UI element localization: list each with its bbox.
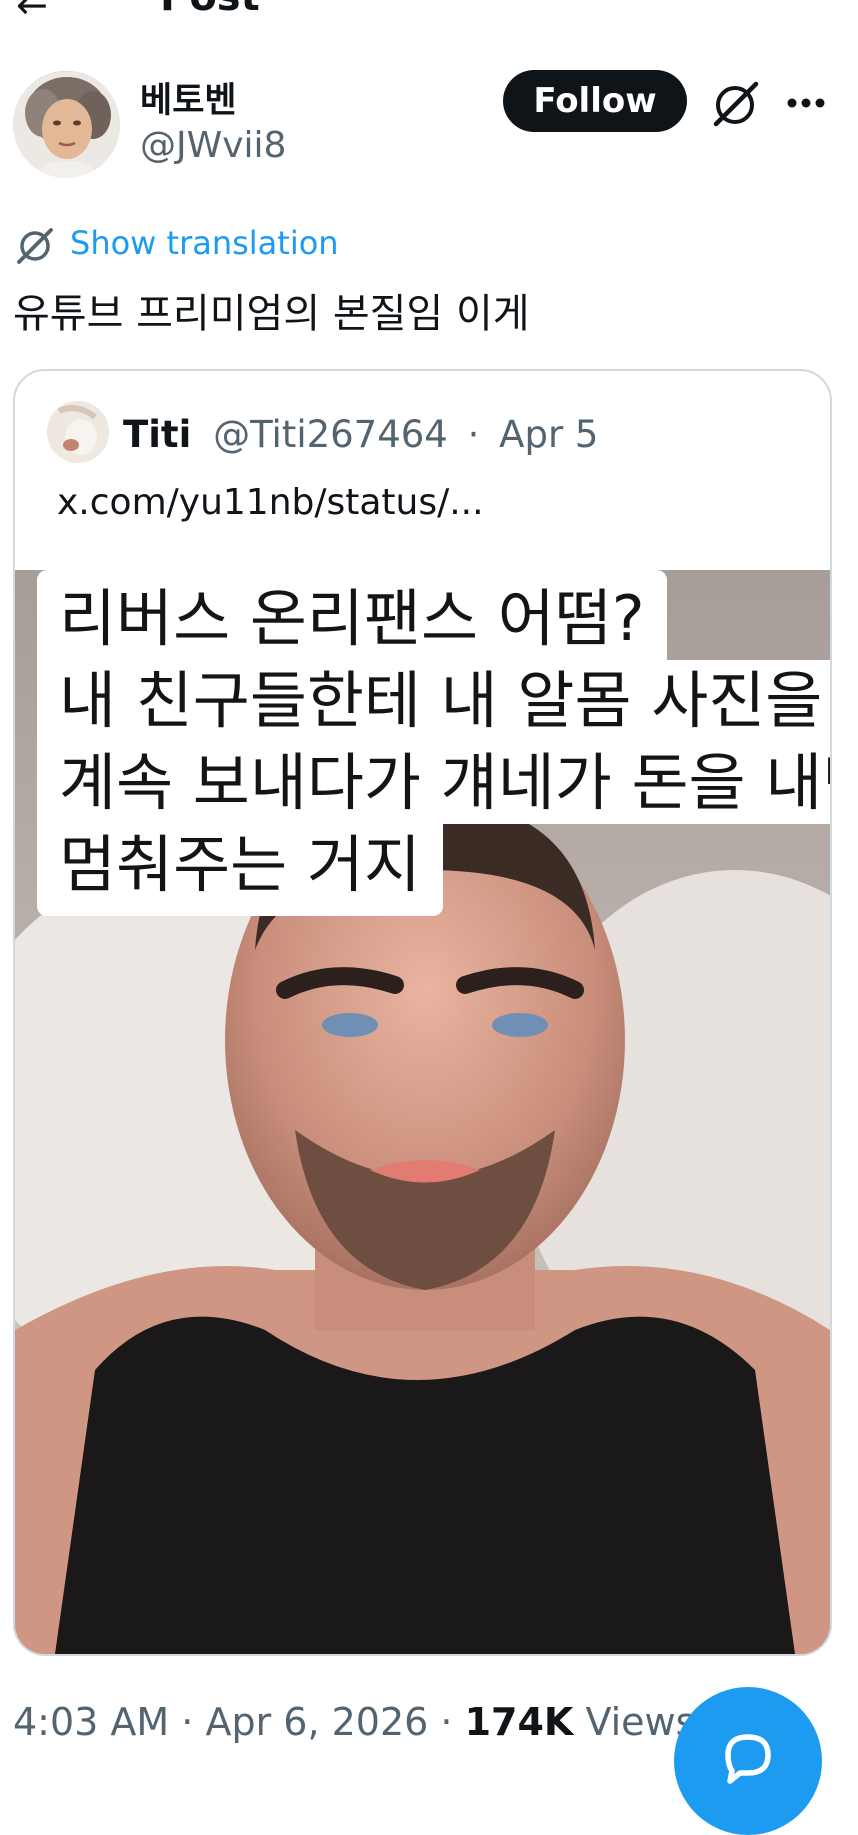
- follow-button[interactable]: Follow: [503, 70, 687, 132]
- quote-link[interactable]: x.com/yu11nb/status/...: [57, 482, 484, 523]
- quote-author-name[interactable]: Titi: [123, 413, 191, 456]
- arrow-left-icon[interactable]: ←: [16, 0, 48, 18]
- grok-translate-icon: [17, 228, 53, 264]
- beethoven-portrait-avatar: [13, 71, 120, 178]
- views-count[interactable]: 174K: [465, 1700, 574, 1744]
- reply-fab-button[interactable]: [674, 1687, 822, 1835]
- meta-separator: ·: [169, 1700, 206, 1744]
- overlay-line: 리버스 온리팬스 어떰?: [37, 570, 667, 660]
- author-avatar[interactable]: [13, 71, 120, 178]
- overlay-line: 멈춰주는 거지: [37, 824, 443, 916]
- overlay-line: 계속 보내다가 걔네가 돈을 내면: [37, 742, 830, 824]
- quote-date[interactable]: Apr 5: [499, 413, 598, 456]
- show-translation-link[interactable]: Show translation: [70, 224, 339, 262]
- quote-author-avatar[interactable]: [47, 401, 109, 463]
- top-bar: ← Post: [0, 0, 858, 18]
- more-horizontal-icon[interactable]: [784, 78, 828, 128]
- quoted-media-image[interactable]: 리버스 온리팬스 어떰? 내 친구들한테 내 알몸 사진을 계속 보내다가 걔네…: [15, 570, 830, 1654]
- page-title: Post: [160, 0, 260, 18]
- quote-author-handle[interactable]: @Titi267464: [213, 413, 448, 456]
- meta-separator: ·: [428, 1700, 465, 1744]
- quote-header: Titi @Titi267464 · Apr 5: [123, 413, 598, 456]
- post-time: 4:03 AM: [13, 1700, 170, 1744]
- grok-icon[interactable]: [710, 78, 762, 130]
- quoted-post-card[interactable]: Titi @Titi267464 · Apr 5 x.com/yu11nb/st…: [13, 369, 832, 1656]
- author-handle[interactable]: @JWvii8: [140, 125, 286, 166]
- author-display-name[interactable]: 베토벤: [140, 72, 237, 123]
- post-text: 유튜브 프리미엄의 본질임 이게: [13, 291, 530, 337]
- reply-bubble-icon: [725, 1734, 771, 1784]
- media-caption-overlay: 리버스 온리팬스 어떰? 내 친구들한테 내 알몸 사진을 계속 보내다가 걔네…: [37, 570, 830, 916]
- post-date: Apr 6, 2026: [205, 1700, 429, 1744]
- quote-separator: ·: [467, 413, 480, 456]
- post-meta: 4:03 AM · Apr 6, 2026 · 174K Views: [13, 1700, 695, 1744]
- overlay-line: 내 친구들한테 내 알몸 사진을: [37, 660, 830, 742]
